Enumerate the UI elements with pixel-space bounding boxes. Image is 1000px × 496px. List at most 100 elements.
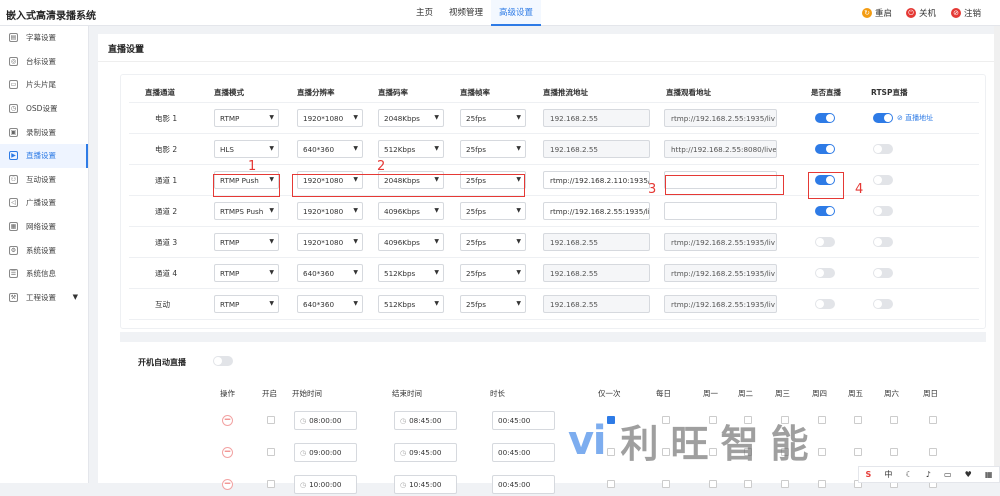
- mode-select[interactable]: RTMP ▼: [214, 295, 279, 313]
- sidebar-item-3[interactable]: ◷ OSD设置: [0, 97, 88, 121]
- end-time-field[interactable]: ◷ 10:45:00: [394, 475, 457, 494]
- rtsp-toggle[interactable]: [873, 237, 893, 247]
- enable-checkbox[interactable]: [267, 480, 275, 488]
- start-time-field[interactable]: ◷ 08:00:00: [294, 411, 357, 430]
- push-url-field[interactable]: 192.168.2.55: [543, 233, 650, 251]
- watch-url-field[interactable]: rtmp://192.168.2.55:1935/liv: [664, 233, 777, 251]
- fps-select[interactable]: 25fps ▼: [460, 140, 526, 158]
- push-url-field[interactable]: 192.168.2.55: [543, 264, 650, 282]
- rtsp-toggle[interactable]: [873, 144, 893, 154]
- resolution-select[interactable]: 640*360 ▼: [297, 264, 363, 282]
- duration-field[interactable]: 00:45:00: [492, 411, 555, 430]
- watch-url-field[interactable]: rtmp://192.168.2.55:1935/liv: [664, 295, 777, 313]
- nav-home[interactable]: 主页: [408, 0, 441, 26]
- sidebar-item-9[interactable]: ⚙ 系统设置: [0, 238, 88, 262]
- weekday-checkbox[interactable]: [890, 448, 898, 456]
- sidebar-item-4[interactable]: ▣ 录制设置: [0, 120, 88, 144]
- live-toggle[interactable]: [815, 113, 835, 123]
- bitrate-select[interactable]: 2048Kbps ▼: [378, 109, 444, 127]
- resolution-select[interactable]: 1920*1080 ▼: [297, 233, 363, 251]
- bitrate-select[interactable]: 4096Kbps ▼: [378, 233, 444, 251]
- mode-select[interactable]: RTMPS Push ▼: [214, 202, 279, 220]
- live-toggle[interactable]: [815, 206, 835, 216]
- end-time-field[interactable]: ◷ 08:45:00: [394, 411, 457, 430]
- fps-select[interactable]: 25fps ▼: [460, 202, 526, 220]
- sidebar-item-0[interactable]: ▤ 字幕设置: [0, 26, 88, 50]
- push-url-field[interactable]: rtmp://192.168.2.110:1935/li: [543, 171, 650, 189]
- weekday-checkbox[interactable]: [709, 480, 717, 488]
- autostart-toggle[interactable]: [213, 356, 233, 366]
- push-url-field[interactable]: rtmp://192.168.2.55:1935/liv: [543, 202, 650, 220]
- rtsp-toggle[interactable]: [873, 206, 893, 216]
- resolution-select[interactable]: 640*360 ▼: [297, 140, 363, 158]
- sidebar-item-8[interactable]: ▦ 网络设置: [0, 215, 88, 239]
- weekday-checkbox[interactable]: [854, 416, 862, 424]
- duration-field[interactable]: 00:45:00: [492, 475, 555, 494]
- bitrate-select[interactable]: 512Kbps ▼: [378, 140, 444, 158]
- watch-url-field[interactable]: rtmp://192.168.2.55:1935/liv: [664, 264, 777, 282]
- mode-select[interactable]: RTMP ▼: [214, 233, 279, 251]
- sidebar-item-1[interactable]: ◎ 台标设置: [0, 50, 88, 74]
- ime-logo-icon[interactable]: S: [866, 470, 872, 479]
- resolution-select[interactable]: 640*360 ▼: [297, 295, 363, 313]
- logout-button[interactable]: ⊘ 注销: [951, 7, 981, 19]
- microphone-icon[interactable]: ♪: [926, 470, 931, 479]
- fps-select[interactable]: 25fps ▼: [460, 233, 526, 251]
- live-toggle[interactable]: [815, 268, 835, 278]
- weekday-checkbox[interactable]: [890, 416, 898, 424]
- rtsp-toggle[interactable]: [873, 299, 893, 309]
- remove-row-button[interactable]: −: [222, 415, 233, 426]
- sidebar-item-7[interactable]: ◁ 广播设置: [0, 191, 88, 215]
- keyboard-icon[interactable]: ▭: [944, 470, 952, 479]
- start-time-field[interactable]: ◷ 10:00:00: [294, 475, 357, 494]
- fps-select[interactable]: 25fps ▼: [460, 295, 526, 313]
- push-url-field[interactable]: 192.168.2.55: [543, 109, 650, 127]
- sidebar-item-6[interactable]: ⚇ 互动设置: [0, 168, 88, 192]
- weekday-checkbox[interactable]: [929, 416, 937, 424]
- watch-url-field[interactable]: rtmp://192.168.2.55:1935/liv: [664, 109, 777, 127]
- bitrate-select[interactable]: 4096Kbps ▼: [378, 202, 444, 220]
- sidebar-item-10[interactable]: ☰ 系统信息: [0, 262, 88, 286]
- weekday-checkbox[interactable]: [818, 480, 826, 488]
- sidebar-item-2[interactable]: ▭ 片头片尾: [0, 73, 88, 97]
- sidebar-item-5[interactable]: ▶ 直播设置: [0, 143, 88, 168]
- resolution-select[interactable]: 1920*1080 ▼: [297, 202, 363, 220]
- moon-icon[interactable]: ☾: [906, 470, 913, 479]
- weekday-checkbox[interactable]: [854, 448, 862, 456]
- chevron-down-icon[interactable]: ▼: [73, 293, 78, 301]
- enable-checkbox[interactable]: [267, 416, 275, 424]
- fps-select[interactable]: 25fps ▼: [460, 109, 526, 127]
- remove-row-button[interactable]: −: [222, 447, 233, 458]
- fps-select[interactable]: 25fps ▼: [460, 264, 526, 282]
- once-checkbox[interactable]: [607, 480, 615, 488]
- sidebar-item-11[interactable]: ⚒ 工程设置 ▼: [0, 286, 88, 310]
- grid-icon[interactable]: ▦: [985, 470, 993, 479]
- watch-url-field[interactable]: http://192.168.2.55:8080/live: [664, 140, 777, 158]
- start-time-field[interactable]: ◷ 09:00:00: [294, 443, 357, 462]
- weekday-checkbox[interactable]: [662, 480, 670, 488]
- rtsp-toggle[interactable]: [873, 113, 893, 123]
- shirt-icon[interactable]: ♥: [965, 470, 972, 479]
- resolution-select[interactable]: 1920*1080 ▼: [297, 109, 363, 127]
- ime-language[interactable]: 中: [884, 469, 892, 480]
- remove-row-button[interactable]: −: [222, 479, 233, 490]
- duration-field[interactable]: 00:45:00: [492, 443, 555, 462]
- scrollbar[interactable]: [994, 26, 1000, 483]
- rtsp-address-link[interactable]: ⊘ 直播地址: [897, 113, 933, 123]
- watch-url-field[interactable]: [664, 202, 777, 220]
- push-url-field[interactable]: 192.168.2.55: [543, 295, 650, 313]
- push-url-field[interactable]: 192.168.2.55: [543, 140, 650, 158]
- bitrate-select[interactable]: 512Kbps ▼: [378, 264, 444, 282]
- enable-checkbox[interactable]: [267, 448, 275, 456]
- live-toggle[interactable]: [815, 299, 835, 309]
- live-toggle[interactable]: [815, 237, 835, 247]
- mode-select[interactable]: RTMP ▼: [214, 109, 279, 127]
- weekday-checkbox[interactable]: [744, 480, 752, 488]
- bitrate-select[interactable]: 512Kbps ▼: [378, 295, 444, 313]
- mode-select[interactable]: HLS ▼: [214, 140, 279, 158]
- rtsp-toggle[interactable]: [873, 175, 893, 185]
- nav-advanced-settings[interactable]: 高级设置: [491, 0, 542, 26]
- live-toggle[interactable]: [815, 144, 835, 154]
- end-time-field[interactable]: ◷ 09:45:00: [394, 443, 457, 462]
- shutdown-button[interactable]: ⏻ 关机: [906, 7, 936, 19]
